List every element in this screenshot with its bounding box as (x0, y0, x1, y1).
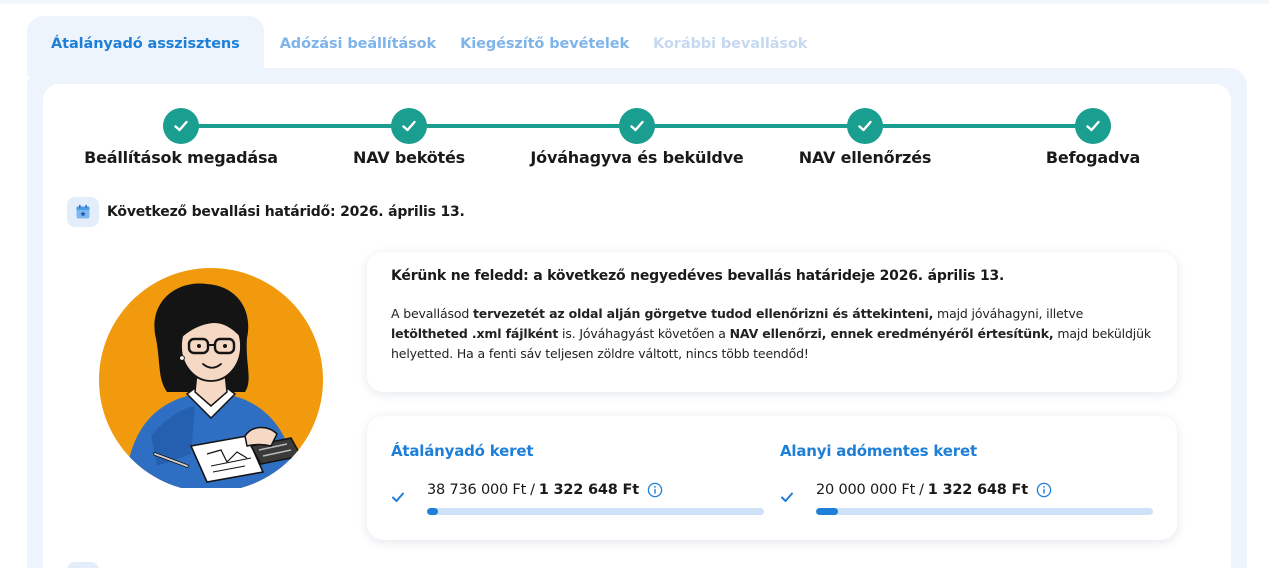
reminder-bold-3: NAV ellenőrzi, ennek eredményéről értesí… (729, 326, 1054, 341)
reminder-title: Kérünk ne feledd: a következő negyedéves… (391, 268, 1005, 284)
step-5-check-icon (1075, 108, 1111, 144)
limit-value: 20 000 000 Ft / 1 322 648 Ft (816, 482, 1052, 498)
calendar-star-icon (67, 197, 99, 227)
limit-progress-fill (427, 508, 439, 515)
limit-progress-bar (427, 508, 764, 515)
reminder-text-1: A bevallásod (391, 306, 473, 321)
step-3-check-icon (619, 108, 655, 144)
limit-atalanyado-keret: Átalányadó keret 38 736 000 Ft / 1 322 6… (367, 416, 764, 540)
limit-separator: / (530, 482, 535, 498)
step-5-label: Befogadva (1045, 148, 1141, 167)
step-2-label: NAV bekötés (353, 148, 465, 167)
deadline-row: Következő bevallási határidő: 2026. ápri… (67, 197, 465, 227)
limit-used: 1 322 648 Ft (538, 482, 639, 498)
limit-title: Alanyi adómentes keret (780, 442, 977, 460)
reminder-bold-2: letöltheted .xml fájlként (391, 326, 559, 341)
limit-progress-bar (816, 508, 1153, 515)
check-icon (780, 488, 794, 507)
step-1-label: Beállítások megadása (84, 148, 278, 167)
tab-adozasi-beallitasok[interactable]: Adózási beállítások (268, 16, 448, 72)
step-4-label: NAV ellenőrzés (798, 148, 932, 167)
reminder-text-2: majd jóváhagyni, illetve (933, 306, 1084, 321)
step-4-check-icon (847, 108, 883, 144)
reminder-body: A bevallásod tervezetét az oldal alján g… (391, 304, 1153, 364)
limit-separator: / (919, 482, 924, 498)
step-3-label: Jóváhagyva és beküldve (530, 148, 744, 167)
accountant-illustration (95, 268, 335, 492)
step-2-check-icon (391, 108, 427, 144)
reminder-info-box: Kérünk ne feledd: a következő negyedéves… (367, 252, 1177, 392)
tab-bar: Átalányadó asszisztens Adózási beállítás… (27, 16, 819, 76)
step-1-check-icon (163, 108, 199, 144)
limit-alanyi-adomentes-keret: Alanyi adómentes keret 20 000 000 Ft / 1… (756, 416, 1153, 540)
limit-used: 1 322 648 Ft (927, 482, 1028, 498)
tab-korabbi-bevallasok: Korábbi bevallások (653, 36, 808, 52)
check-icon (391, 488, 405, 507)
limits-box: Átalányadó keret 38 736 000 Ft / 1 322 6… (367, 416, 1177, 540)
limit-amount: 38 736 000 Ft (427, 482, 527, 498)
tab-atalanyado-asszisztens[interactable]: Átalányadó asszisztens (27, 16, 264, 76)
limit-amount: 20 000 000 Ft (816, 482, 916, 498)
info-icon[interactable] (1036, 482, 1052, 498)
reminder-text-3: is. Jóváhagyást követően a (558, 326, 730, 341)
limit-progress-fill (816, 508, 839, 515)
next-section-icon-hint (67, 562, 99, 568)
limit-title: Átalányadó keret (391, 442, 534, 460)
reminder-bold-1: tervezetét az oldal alján görgetve tudod… (472, 306, 934, 321)
tab-kiegeszito-bevetelek[interactable]: Kiegészítő bevételek (448, 16, 641, 72)
top-divider (0, 0, 1269, 4)
limit-value: 38 736 000 Ft / 1 322 648 Ft (427, 482, 663, 498)
info-icon[interactable] (647, 482, 663, 498)
deadline-text: Következő bevallási határidő: 2026. ápri… (107, 204, 465, 220)
